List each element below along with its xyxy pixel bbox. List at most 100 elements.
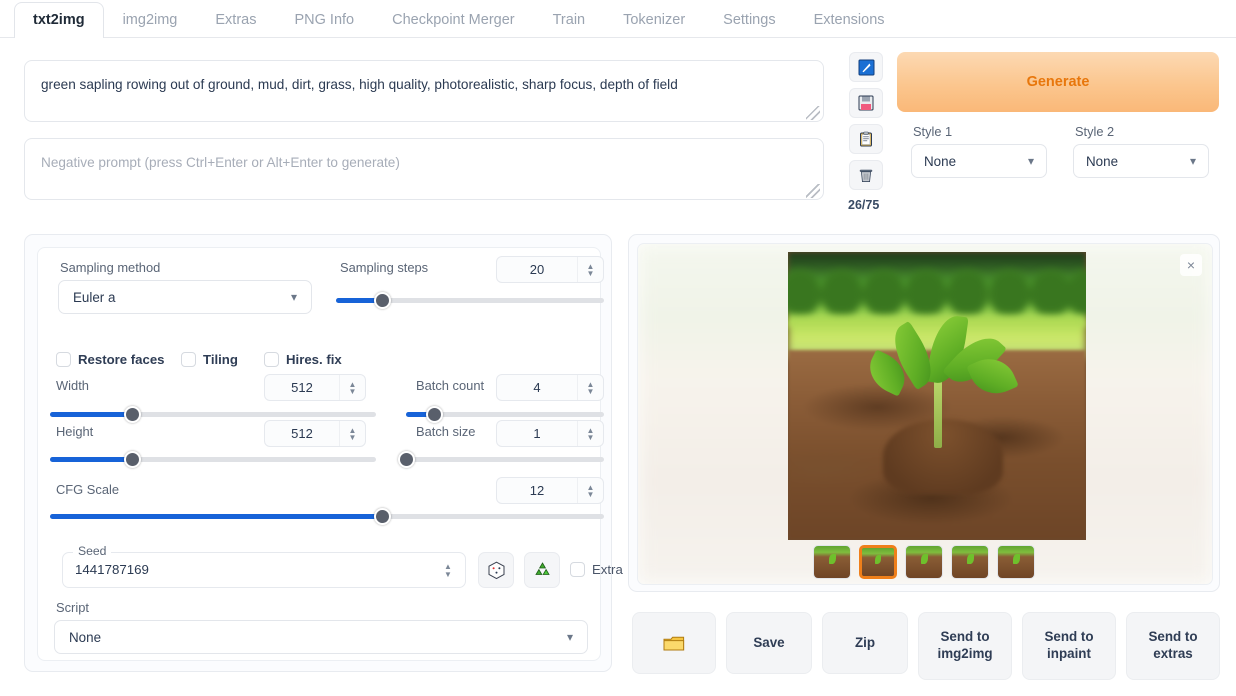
tab-train[interactable]: Train bbox=[534, 2, 605, 38]
arrow-box-glyph bbox=[858, 59, 874, 75]
tab-img2img[interactable]: img2img bbox=[104, 2, 197, 38]
batch-size-input[interactable]: 1 ▲ ▼ bbox=[496, 420, 604, 447]
send-to-inpaint-button[interactable]: Send to inpaint bbox=[1022, 612, 1116, 680]
save-button[interactable]: Save bbox=[726, 612, 812, 674]
batch-count-stepper[interactable]: ▲ ▼ bbox=[577, 375, 603, 400]
gallery-viewport: × bbox=[637, 243, 1213, 585]
height-slider[interactable] bbox=[50, 451, 376, 468]
checkbox-box bbox=[56, 352, 71, 367]
clipboard-icon[interactable] bbox=[849, 124, 883, 154]
zip-button[interactable]: Zip bbox=[822, 612, 908, 674]
height-input[interactable]: 512 ▲ ▼ bbox=[264, 420, 366, 447]
negative-prompt-resize-grip[interactable] bbox=[806, 184, 820, 198]
sampling-steps-value: 20 bbox=[529, 262, 545, 277]
close-icon[interactable]: × bbox=[1180, 254, 1202, 276]
tiling-checkbox[interactable]: Tiling bbox=[181, 352, 238, 367]
thumbnail-item[interactable] bbox=[859, 545, 897, 579]
sampling-method-dropdown[interactable]: Euler a ▾ bbox=[58, 280, 312, 314]
style1-label: Style 1 bbox=[913, 124, 953, 139]
tab-tokenizer[interactable]: Tokenizer bbox=[604, 2, 704, 38]
tab-extras[interactable]: Extras bbox=[196, 2, 275, 38]
thumb-leaf-icon bbox=[1013, 554, 1020, 564]
sampling-steps-stepper[interactable]: ▲ ▼ bbox=[577, 257, 603, 282]
style2-value: None bbox=[1086, 153, 1119, 169]
image-foliage-bumps bbox=[788, 258, 1086, 316]
generation-settings-panel: Sampling method Euler a ▾ Sampling steps… bbox=[24, 234, 623, 672]
slider-knob[interactable] bbox=[374, 508, 392, 525]
clipboard-glyph bbox=[860, 131, 872, 147]
open-folder-button[interactable] bbox=[632, 612, 716, 674]
batch-size-stepper[interactable]: ▲ ▼ bbox=[577, 421, 603, 446]
restore-faces-checkbox[interactable]: Restore faces bbox=[56, 352, 165, 367]
cfg-scale-slider[interactable] bbox=[50, 508, 604, 525]
tab-settings[interactable]: Settings bbox=[704, 2, 794, 38]
slider-knob[interactable] bbox=[123, 406, 141, 423]
slider-knob[interactable] bbox=[123, 451, 141, 468]
negative-prompt-input[interactable]: Negative prompt (press Ctrl+Enter or Alt… bbox=[24, 138, 824, 200]
cfg-scale-input[interactable]: 12 ▲ ▼ bbox=[496, 477, 604, 504]
thumb-leaf-icon bbox=[875, 555, 882, 564]
sampling-steps-slider[interactable] bbox=[336, 292, 604, 309]
extra-label: Extra bbox=[592, 562, 623, 577]
hires-fix-checkbox[interactable]: Hires. fix bbox=[264, 352, 342, 367]
style1-value: None bbox=[924, 153, 957, 169]
seed-value: 1441787169 bbox=[75, 562, 149, 577]
batch-count-label: Batch count bbox=[416, 378, 485, 393]
tab-extensions[interactable]: Extensions bbox=[795, 2, 904, 38]
width-stepper[interactable]: ▲ ▼ bbox=[339, 375, 365, 400]
slider-knob[interactable] bbox=[373, 292, 391, 309]
thumbnail-item[interactable] bbox=[813, 545, 851, 579]
floppy-save-icon[interactable] bbox=[849, 88, 883, 118]
script-label: Script bbox=[56, 600, 89, 615]
token-counter: 26/75 bbox=[848, 198, 880, 212]
tab-checkpoint-merger[interactable]: Checkpoint Merger bbox=[373, 2, 534, 38]
style2-dropdown[interactable]: None ▾ bbox=[1073, 144, 1209, 178]
thumb-leaf-icon bbox=[921, 554, 928, 564]
seed-stepper[interactable]: ▲ ▼ bbox=[439, 561, 457, 581]
image-soil-mound bbox=[883, 419, 1003, 494]
trash-icon[interactable] bbox=[849, 160, 883, 190]
extra-checkbox[interactable]: Extra bbox=[570, 562, 623, 577]
dice-icon[interactable] bbox=[478, 552, 514, 588]
width-label: Width bbox=[56, 378, 89, 393]
cfg-scale-value: 12 bbox=[529, 483, 545, 498]
sampling-steps-label: Sampling steps bbox=[340, 260, 429, 275]
thumb-leaf-icon bbox=[829, 554, 836, 564]
generate-button[interactable]: Generate bbox=[897, 52, 1219, 112]
gallery-action-bar: Save Zip Send to img2img Send to inpaint… bbox=[632, 612, 1224, 680]
height-value: 512 bbox=[291, 426, 313, 441]
width-input[interactable]: 512 ▲ ▼ bbox=[264, 374, 366, 401]
batch-count-input[interactable]: 4 ▲ ▼ bbox=[496, 374, 604, 401]
thumb-leaf-icon bbox=[967, 554, 974, 564]
prompt-resize-grip[interactable] bbox=[806, 106, 820, 120]
thumbnail-item[interactable] bbox=[951, 545, 989, 579]
style1-dropdown[interactable]: None ▾ bbox=[911, 144, 1047, 178]
thumbnail-item[interactable] bbox=[997, 545, 1035, 579]
tab-txt2img[interactable]: txt2img bbox=[14, 2, 104, 38]
thumbnail-item[interactable] bbox=[905, 545, 943, 579]
result-gallery-panel: × bbox=[628, 234, 1220, 592]
send-to-img2img-button[interactable]: Send to img2img bbox=[918, 612, 1012, 680]
tiling-label: Tiling bbox=[203, 352, 238, 367]
slider-knob[interactable] bbox=[425, 406, 443, 423]
seed-field[interactable]: Seed 1441787169 ▲ ▼ bbox=[62, 544, 466, 588]
batch-count-value: 4 bbox=[533, 380, 541, 395]
trash-glyph bbox=[859, 169, 873, 182]
script-dropdown[interactable]: None ▾ bbox=[54, 620, 588, 654]
checkbox-box bbox=[570, 562, 585, 577]
height-stepper[interactable]: ▲ ▼ bbox=[339, 421, 365, 446]
settings-inner: Sampling method Euler a ▾ Sampling steps… bbox=[37, 247, 623, 661]
sampling-steps-input[interactable]: 20 ▲ ▼ bbox=[496, 256, 604, 283]
tab-png-info[interactable]: PNG Info bbox=[275, 2, 373, 38]
arrow-box-icon[interactable] bbox=[849, 52, 883, 82]
prompt-input[interactable]: green sapling rowing out of ground, mud,… bbox=[24, 60, 824, 122]
checkbox-box bbox=[181, 352, 196, 367]
slider-knob[interactable] bbox=[398, 451, 415, 468]
generated-image[interactable] bbox=[788, 252, 1086, 540]
main-tabbar: txt2img img2img Extras PNG Info Checkpoi… bbox=[0, 0, 1236, 38]
recycle-icon[interactable] bbox=[524, 552, 560, 588]
send-to-extras-button[interactable]: Send to extras bbox=[1126, 612, 1220, 680]
cfg-scale-stepper[interactable]: ▲ ▼ bbox=[577, 478, 603, 503]
style2-label: Style 2 bbox=[1075, 124, 1115, 139]
batch-size-slider[interactable] bbox=[398, 451, 604, 468]
